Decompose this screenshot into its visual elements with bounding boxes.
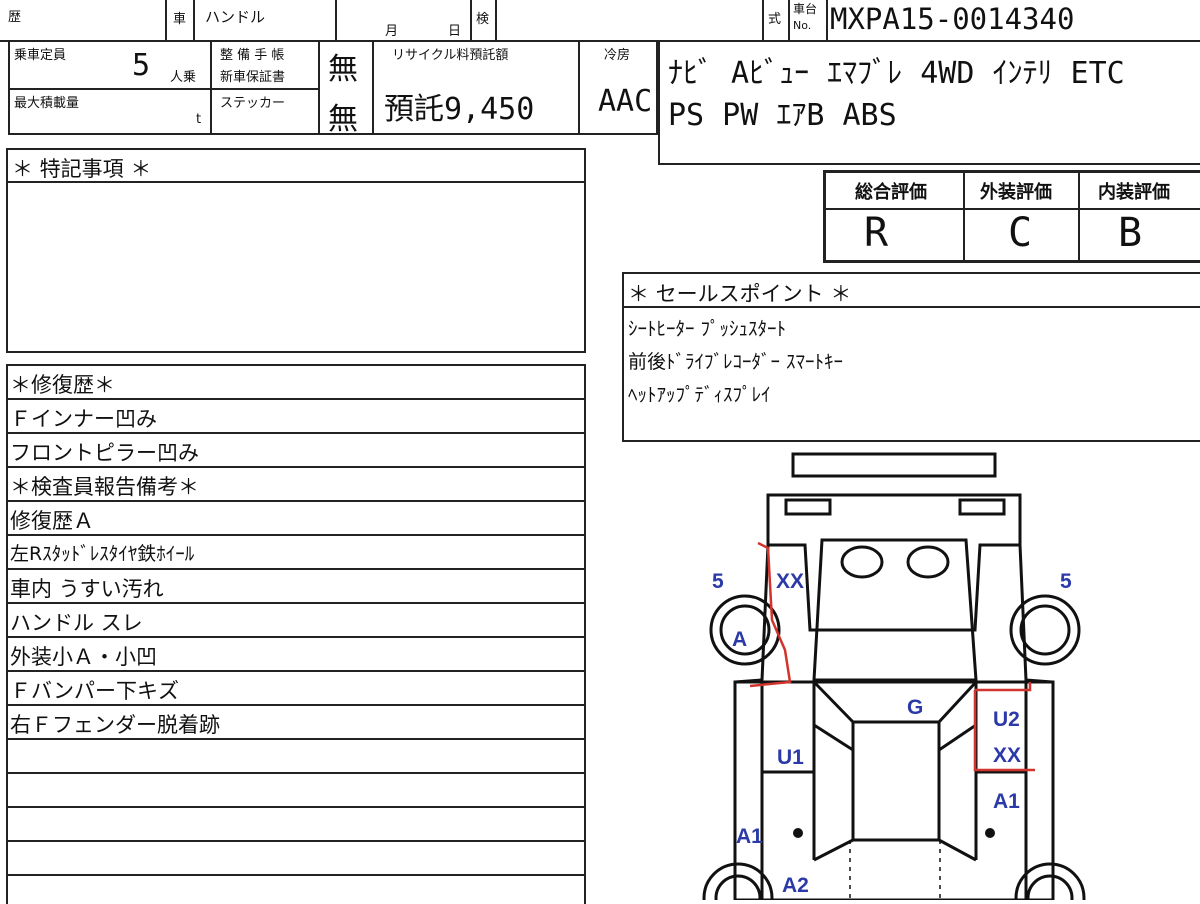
mark-left-rear-door: A2 <box>782 874 809 897</box>
exterior-rating-value: C <box>1008 210 1033 256</box>
capacity-label: 乗車定員 <box>14 48 67 63</box>
mark-left-pillar: U1 <box>777 746 804 769</box>
chassis-label: 車台 <box>793 2 818 16</box>
sales-point-line: ﾍｯﾄｱｯﾌﾟﾃﾞｨｽﾌﾟﾚｲ <box>628 384 771 406</box>
car-damage-diagram: 5 XX A 5 G U1 U2 XX A1 A1 A2 <box>702 452 1086 900</box>
repair-row: 右Ｆフェンダー脱着跡 <box>10 713 220 737</box>
interior-rating-value: B <box>1118 210 1143 256</box>
recycle-label: リサイクル料預託額 <box>392 48 509 63</box>
sticker-value: 無 <box>328 102 358 137</box>
special-notes-title: ＊ 特記事項 ＊ <box>12 157 152 181</box>
maintenance-value: 無 <box>328 52 358 87</box>
roof-outline <box>851 720 941 842</box>
capacity-unit: 人乗 <box>170 70 197 85</box>
mark-right-fender: XX <box>993 744 1021 767</box>
repair-row: 左Rｽﾀｯﾄﾞﾚｽﾀｲﾔ鉄ﾎｲｰﾙ <box>10 543 195 565</box>
month-label: 月 <box>385 24 399 39</box>
recycle-value: 預託9,450 <box>384 92 535 127</box>
sales-point-line: 前後ﾄﾞﾗｲﾌﾞﾚｺｰﾀﾞｰ ｽﾏｰﾄｷｰ <box>628 351 844 373</box>
equipment-line-2: PS PW ｴｱB ABS <box>668 98 897 133</box>
chassis-number: MXPA15-0014340 <box>830 2 1075 36</box>
mark-hood: G <box>907 696 923 719</box>
sales-point-line: ｼｰﾄﾋｰﾀｰ ﾌﾟｯｼｭｽﾀｰﾄ <box>628 318 787 340</box>
repair-row: Ｆインナー凹み <box>10 407 157 431</box>
interior-rating-label: 内装評価 <box>1098 182 1170 203</box>
exterior-rating-label: 外装評価 <box>980 182 1052 203</box>
day-label: 日 <box>448 24 462 39</box>
mark-right-pillar: U2 <box>993 708 1020 731</box>
inspection-label: 検 <box>476 12 490 27</box>
history-label: 歴 <box>8 10 22 25</box>
mark-left-fender: XX <box>776 570 804 593</box>
sales-points-title: ＊ セールスポイント ＊ <box>628 282 852 306</box>
rear-window-outline <box>812 538 978 682</box>
mark-left-tire: A <box>732 628 747 651</box>
repair-row: 修復歴Ａ <box>10 509 94 533</box>
chassis-no-label: No. <box>793 19 812 32</box>
max-load-label: 最大積載量 <box>14 96 80 111</box>
equipment-line-1: ﾅﾋﾞ Aﾋﾞｭｰ ｴﾏﾌﾞﾚ 4WD ｲﾝﾃﾘ ETC <box>668 56 1125 91</box>
vehicle-label: 車 <box>173 12 187 27</box>
repair-row: 外装小Ａ・小凹 <box>10 645 157 669</box>
repair-row: 車内 うすい汚れ <box>10 577 164 601</box>
capacity-value: 5 <box>132 48 151 83</box>
warranty-label: 新車保証書 <box>220 70 286 85</box>
repair-row: Ｆバンパー下キズ <box>10 679 180 703</box>
repair-row: ハンドル スレ <box>10 611 143 635</box>
repair-row: ＊修復歴＊ <box>10 373 115 397</box>
aircon-label: 冷房 <box>604 48 631 63</box>
overall-rating-label: 総合評価 <box>855 182 927 203</box>
maintenance-label: 整 備 手 帳 <box>220 48 285 63</box>
rear-bumper-outline <box>791 452 997 478</box>
overall-rating-value: R <box>864 210 889 256</box>
sticker-label: ステッカー <box>220 96 286 111</box>
mark-right-door: A1 <box>993 790 1020 813</box>
mark-right-rear-count: 5 <box>1060 570 1072 593</box>
repair-row: フロントピラー凹み <box>10 441 199 465</box>
aircon-value: AAC <box>598 84 653 119</box>
repair-row: ＊検査員報告備考＊ <box>10 475 199 499</box>
mark-left-rear-count: 5 <box>712 570 724 593</box>
max-load-unit: t <box>196 112 202 127</box>
mark-left-door: A1 <box>736 825 763 848</box>
model-label: 式 <box>768 12 782 27</box>
handle-label: ハンドル <box>205 8 266 26</box>
